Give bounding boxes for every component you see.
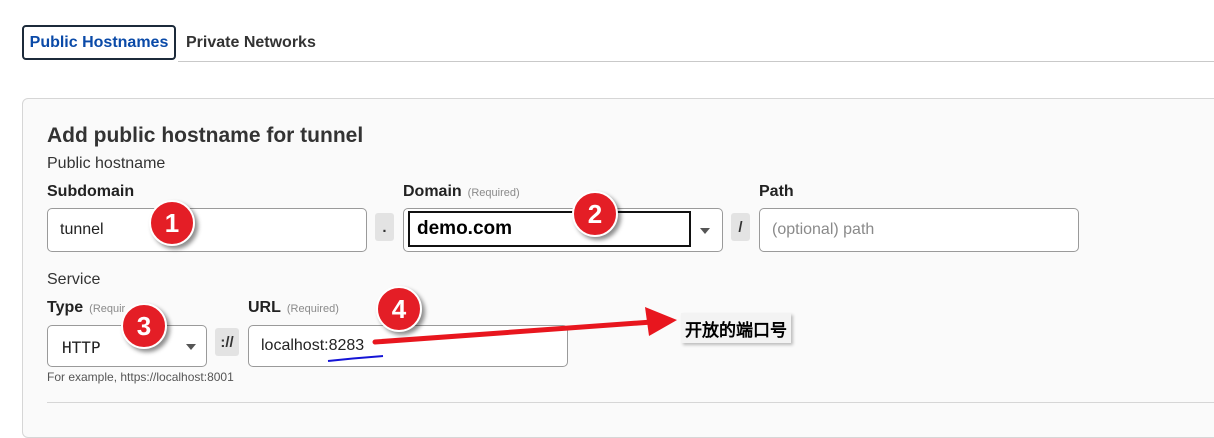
badge-1-text: 1 (164, 207, 180, 238)
annotation-badge-1: 1 (149, 200, 195, 246)
arrow-line (372, 319, 655, 345)
annotation-badge-2: 2 (572, 191, 618, 237)
annotation-note-text: 开放的端口号 (685, 320, 787, 341)
arrow-head (645, 307, 677, 336)
badge-2-text: 2 (587, 198, 603, 229)
badge-3-text: 3 (136, 310, 152, 341)
annotation-badge-4: 4 (376, 286, 422, 332)
badge-4-text: 4 (391, 293, 407, 324)
port-underline (327, 355, 384, 362)
annotation-badge-3: 3 (121, 303, 167, 349)
annotation-note: 开放的端口号 (681, 313, 791, 343)
